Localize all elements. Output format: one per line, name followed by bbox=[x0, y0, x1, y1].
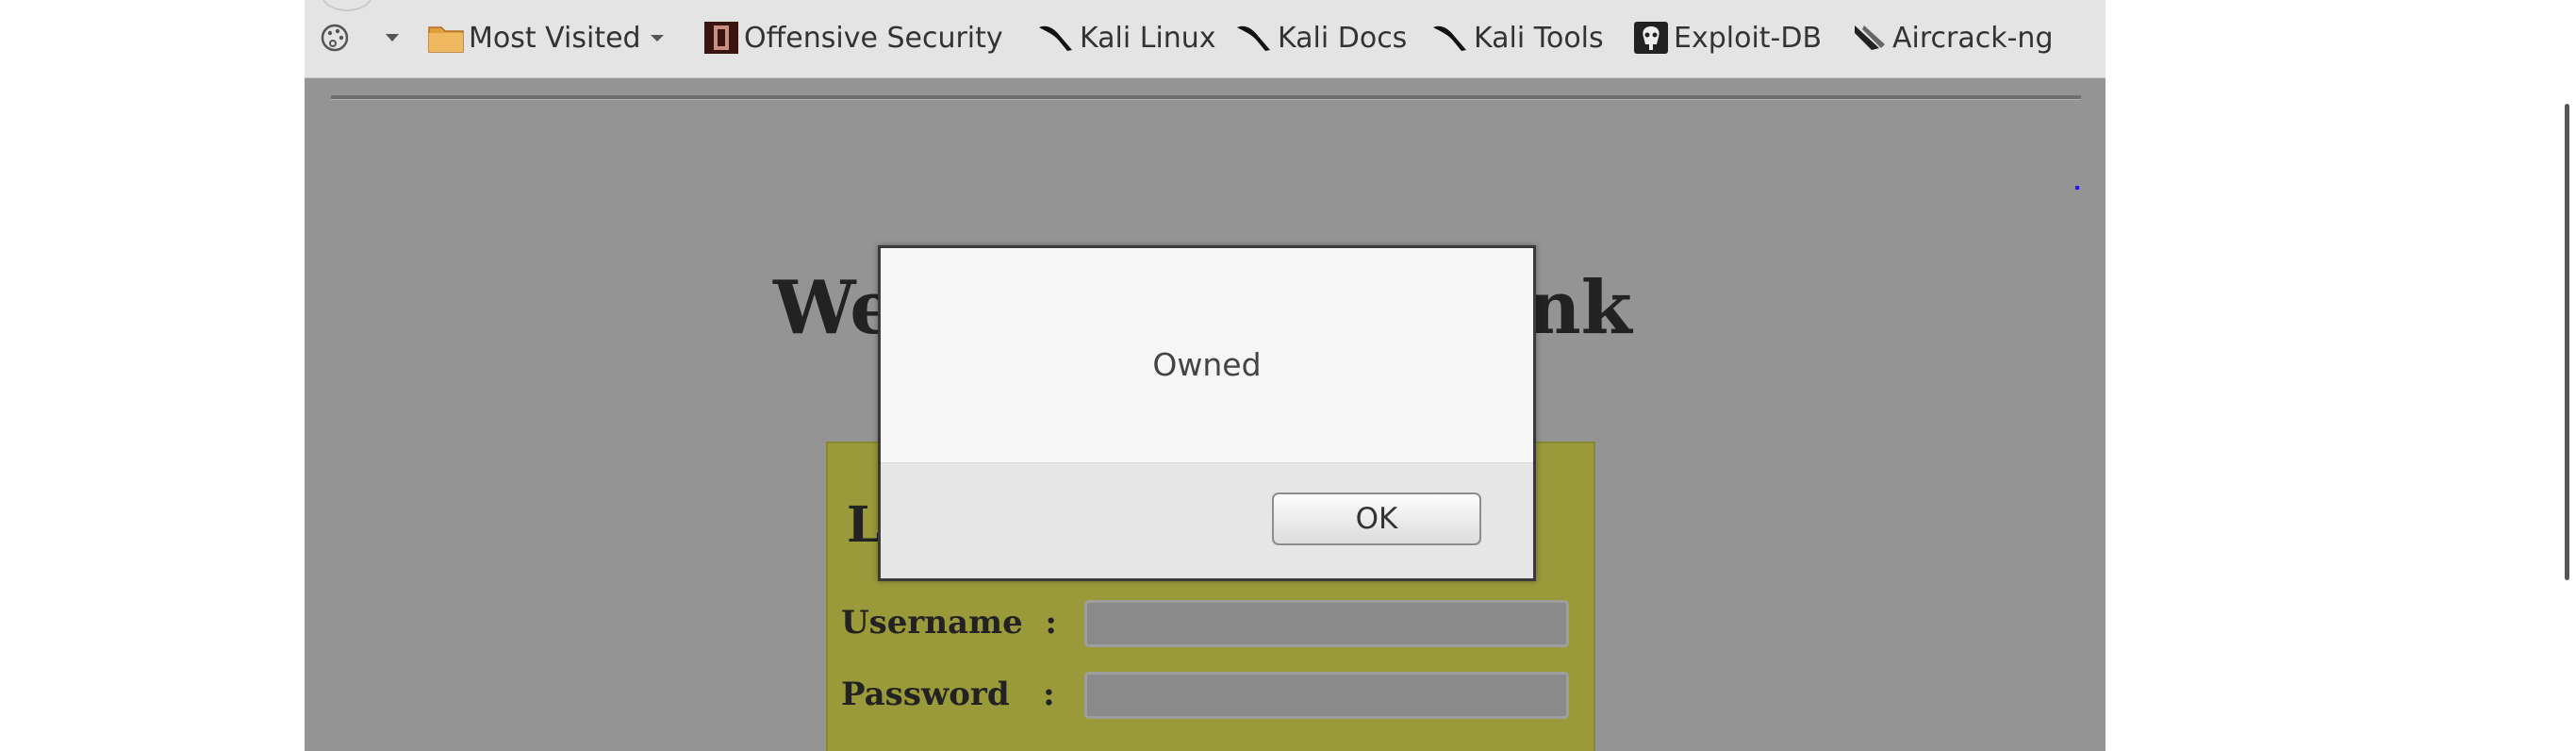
bookmark-kali-docs[interactable]: Kali Docs bbox=[1234, 21, 1407, 55]
toolbar-dropdown-arrow[interactable] bbox=[384, 21, 401, 55]
bookmark-aircrack-ng[interactable]: Aircrack-ng bbox=[1851, 21, 2054, 55]
page-content: We nk L Username : Password : Owned OK bbox=[305, 78, 2105, 751]
bookmark-label: Kali Linux bbox=[1080, 21, 1216, 55]
most-visited-label: Most Visited bbox=[469, 21, 641, 55]
kali-dragon-icon bbox=[1433, 25, 1466, 51]
bookmark-exploit-db[interactable]: Exploit-DB bbox=[1632, 21, 1822, 55]
bookmark-label: Kali Tools bbox=[1474, 21, 1604, 55]
page-heading-right: nk bbox=[1527, 265, 1632, 351]
username-label: Username : bbox=[841, 604, 1057, 642]
aircrack-icon bbox=[1855, 25, 1885, 50]
bookmark-label: Aircrack-ng bbox=[1892, 21, 2054, 55]
bookmarks-toolbar: Most Visited Offensive Security Kali Lin… bbox=[305, 0, 2105, 78]
login-title: L bbox=[847, 496, 882, 554]
bookmark-label: Offensive Security bbox=[744, 21, 1003, 55]
alert-footer: OK bbox=[881, 462, 1533, 578]
kali-dragon-icon bbox=[1039, 25, 1072, 51]
bookmark-label: Kali Docs bbox=[1278, 21, 1408, 55]
caret-down-icon bbox=[650, 35, 664, 42]
username-input[interactable] bbox=[1084, 600, 1569, 647]
bookmark-offensive-security[interactable]: Offensive Security bbox=[702, 21, 1003, 55]
password-label: Password : bbox=[841, 676, 1055, 713]
password-input[interactable] bbox=[1084, 672, 1569, 719]
customize-button[interactable] bbox=[318, 21, 352, 55]
ok-button[interactable]: OK bbox=[1272, 492, 1481, 545]
browser-window: Most Visited Offensive Security Kali Lin… bbox=[305, 0, 2105, 751]
offsec-icon bbox=[704, 22, 738, 54]
caret-down-icon bbox=[386, 34, 399, 42]
bookmark-label: Exploit-DB bbox=[1674, 21, 1823, 55]
bookmark-kali-tools[interactable]: Kali Tools bbox=[1430, 21, 1604, 55]
palette-icon bbox=[321, 24, 349, 52]
folder-icon bbox=[428, 26, 464, 53]
bookmark-most-visited[interactable]: Most Visited bbox=[427, 21, 668, 55]
tab-edge bbox=[322, 0, 372, 11]
alert-dialog: Owned OK bbox=[878, 245, 1536, 581]
horizontal-rule bbox=[331, 95, 2081, 100]
exploit-db-icon bbox=[1634, 22, 1668, 54]
scrollbar-thumb[interactable] bbox=[2565, 104, 2569, 580]
kali-dragon-icon bbox=[1237, 25, 1270, 51]
bookmark-kali-linux[interactable]: Kali Linux bbox=[1036, 21, 1216, 55]
alert-message: Owned bbox=[1152, 346, 1262, 383]
corner-marker bbox=[2075, 186, 2079, 190]
